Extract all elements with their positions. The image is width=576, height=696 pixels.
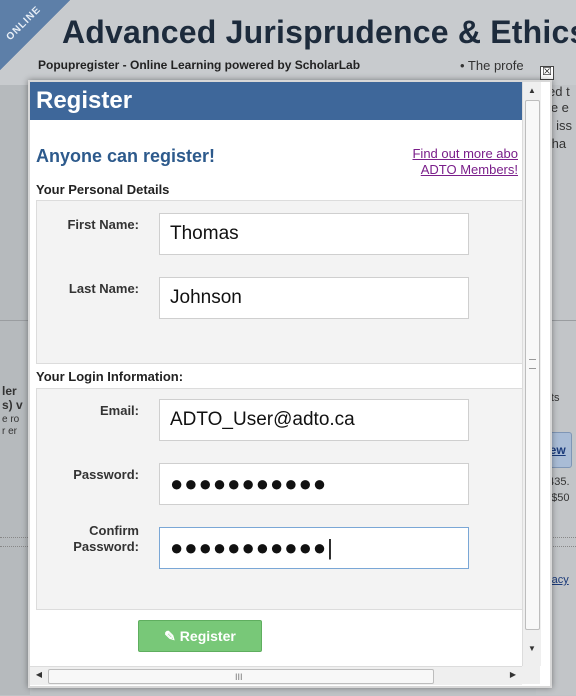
email-label: Email: bbox=[99, 403, 139, 418]
find-out-more-link[interactable]: Find out more abo ADTO Members! bbox=[412, 146, 518, 178]
confirm-password-label: Confirm Password: bbox=[37, 523, 139, 555]
course-bullet: • The profe bbox=[460, 58, 524, 73]
register-button-label: Register bbox=[179, 628, 236, 644]
horizontal-scrollbar[interactable]: ◀ III ▶ bbox=[30, 666, 522, 685]
last-name-label: Last Name: bbox=[68, 281, 139, 296]
login-info-panel: Email: Password: ●●●●●●●●●●● Confirm Pas… bbox=[36, 388, 522, 610]
scrollbar-corner bbox=[522, 666, 540, 684]
bg-text-fragment: e ro bbox=[2, 414, 20, 425]
horizontal-scroll-thumb[interactable]: III bbox=[48, 669, 434, 684]
vertical-scroll-thumb[interactable] bbox=[525, 100, 540, 630]
close-icon[interactable]: ☒ bbox=[540, 66, 554, 80]
bg-text-fragment: ler bbox=[2, 384, 17, 398]
personal-details-heading: Your Personal Details bbox=[36, 182, 170, 197]
confirm-label-line1: Confirm bbox=[89, 523, 139, 538]
bg-text-fragment: r er bbox=[2, 426, 17, 437]
email-field[interactable] bbox=[159, 399, 469, 441]
grip-icon: III bbox=[235, 672, 243, 682]
confirm-label-line2: Password: bbox=[73, 539, 139, 554]
dialog-title: Register bbox=[36, 87, 133, 114]
course-title: Advanced Jurisprudence & Ethics bbox=[62, 14, 576, 50]
scroll-left-arrow-icon[interactable]: ◀ bbox=[30, 670, 48, 679]
register-heading: Anyone can register! bbox=[36, 146, 216, 166]
ribbon-text: ONLINE bbox=[4, 4, 44, 43]
bg-text-fragment: s) v bbox=[2, 398, 23, 412]
register-button[interactable]: ✎ Register bbox=[138, 620, 262, 652]
dialog-titlebar: Register bbox=[30, 82, 522, 120]
find-out-more-line2[interactable]: ADTO Members! bbox=[412, 162, 518, 178]
scroll-up-arrow-icon[interactable]: ▲ bbox=[523, 86, 541, 95]
scroll-down-arrow-icon[interactable]: ▼ bbox=[523, 644, 541, 653]
find-out-more-line1[interactable]: Find out more abo bbox=[412, 146, 518, 162]
dialog-content: Anyone can register! Find out more abo A… bbox=[30, 120, 522, 666]
last-name-field[interactable] bbox=[159, 277, 469, 319]
grip-icon bbox=[529, 359, 536, 369]
first-name-field[interactable] bbox=[159, 213, 469, 255]
scroll-right-arrow-icon[interactable]: ▶ bbox=[504, 670, 522, 679]
password-label: Password: bbox=[73, 467, 139, 482]
course-subtitle: Popupregister - Online Learning powered … bbox=[38, 58, 361, 72]
login-info-heading: Your Login Information: bbox=[36, 369, 184, 384]
register-dialog: Register Anyone can register! Find out m… bbox=[28, 80, 552, 688]
personal-details-panel: First Name: Last Name: bbox=[36, 200, 522, 364]
confirm-password-field[interactable]: ●●●●●●●●●●●| bbox=[159, 527, 469, 569]
password-field[interactable]: ●●●●●●●●●●● bbox=[159, 463, 469, 505]
pencil-icon: ✎ bbox=[164, 628, 176, 644]
vertical-scrollbar[interactable]: ▲ ▼ bbox=[522, 82, 541, 666]
first-name-label: First Name: bbox=[67, 217, 139, 232]
